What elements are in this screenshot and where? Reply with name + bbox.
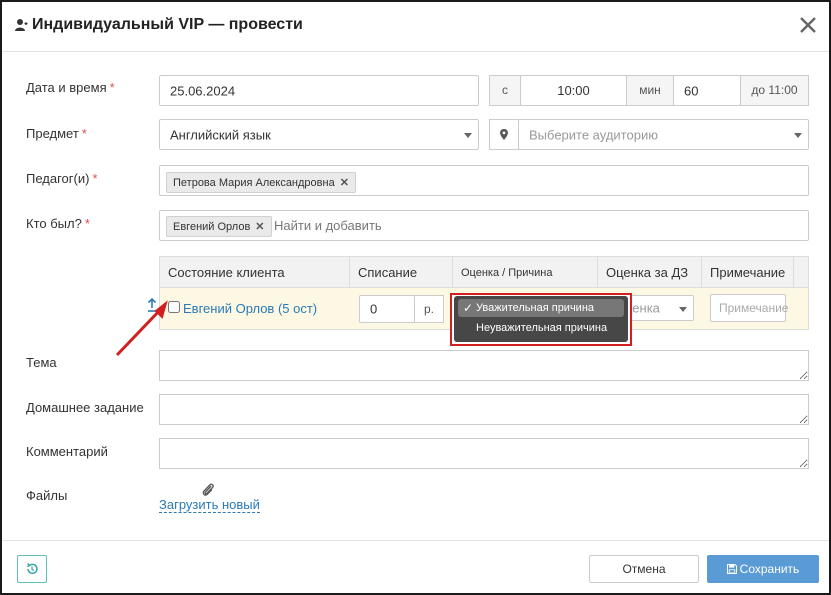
location-pin-icon <box>500 129 508 140</box>
time-from-addon: с <box>489 75 521 106</box>
dialog-title: Индивидуальный VIP — провести <box>32 16 303 33</box>
client-link[interactable]: Евгений Орлов (5 ост) <box>183 301 317 316</box>
dropdown-option-excused[interactable]: ✓ Уважительная причина <box>458 299 624 317</box>
until-addon: до 11:00 <box>740 75 809 106</box>
floppy-disk-icon <box>726 564 737 574</box>
cancel-button[interactable]: Отмена <box>589 555 699 583</box>
subject-label: Предмет * <box>26 126 87 141</box>
th-grade-reason: Оценка / Причина <box>453 257 598 289</box>
attendees-search-placeholder[interactable]: Найти и добавить <box>274 218 382 233</box>
teachers-input[interactable]: Петрова Мария Александровна ✕ <box>159 165 809 196</box>
attendees-label: Кто был? * <box>26 216 90 231</box>
attendee-tag[interactable]: Евгений Орлов ✕ <box>166 216 272 237</box>
chevron-down-icon <box>794 133 802 138</box>
chevron-down-icon <box>464 133 472 138</box>
duration-addon: мин <box>626 75 674 106</box>
currency-addon: р. <box>414 295 444 323</box>
reason-dropdown[interactable]: ✓ Уважительная причина Неуважительная пр… <box>454 296 628 342</box>
duration-input[interactable]: 60 <box>673 75 741 106</box>
topic-label: Тема <box>26 355 57 370</box>
date-input[interactable]: 25.06.2024 <box>159 75 479 106</box>
history-icon <box>26 563 38 575</box>
dialog-footer: Отмена Сохранить <box>2 540 829 595</box>
time-input[interactable]: 10:00 <box>520 75 627 106</box>
note-input[interactable]: Примечание <box>710 294 788 322</box>
attendees-input[interactable]: Евгений Орлов ✕ Найти и добавить <box>159 210 809 241</box>
room-select[interactable]: Выберите аудиторию <box>518 119 809 150</box>
dialog-header: Индивидуальный VIP — провести <box>2 2 829 52</box>
comment-label: Комментарий <box>26 444 108 459</box>
dialog: Индивидуальный VIP — провести Дата и вре… <box>0 0 831 595</box>
user-icon <box>15 19 28 31</box>
th-client-state: Состояние клиента <box>160 257 350 289</box>
th-note: Примечание <box>702 257 794 289</box>
th-write-off: Списание <box>350 257 453 289</box>
comment-textarea[interactable] <box>159 438 809 469</box>
annotation-arrow <box>115 300 168 357</box>
clients-table-header: Состояние клиента Списание Оценка / Прич… <box>159 256 809 289</box>
dropdown-option-unexcused[interactable]: Неуважительная причина <box>458 319 624 337</box>
homework-textarea[interactable] <box>159 394 809 425</box>
checkmark-icon: ✓ <box>463 301 474 315</box>
teacher-tag[interactable]: Петрова Мария Александровна ✕ <box>166 172 356 193</box>
remove-tag-icon[interactable]: ✕ <box>255 221 264 233</box>
history-button[interactable] <box>17 555 47 583</box>
paperclip-icon <box>202 483 214 496</box>
teachers-label: Педагог(и) * <box>26 171 98 186</box>
datetime-label: Дата и время * <box>26 80 115 95</box>
topic-textarea[interactable] <box>159 350 809 381</box>
room-addon <box>489 119 519 150</box>
upload-new-link[interactable]: Загрузить новый <box>159 497 260 513</box>
subject-select[interactable]: Английский язык <box>159 119 479 150</box>
homework-label: Домашнее задание <box>26 400 144 415</box>
save-button[interactable]: Сохранить <box>707 555 819 583</box>
close-icon[interactable] <box>797 14 819 36</box>
write-off-input[interactable]: 0 <box>359 295 415 323</box>
remove-tag-icon[interactable]: ✕ <box>340 177 349 189</box>
chevron-down-icon <box>679 307 687 312</box>
files-label: Файлы <box>26 488 68 503</box>
th-homework-grade: Оценка за ДЗ <box>598 257 702 289</box>
